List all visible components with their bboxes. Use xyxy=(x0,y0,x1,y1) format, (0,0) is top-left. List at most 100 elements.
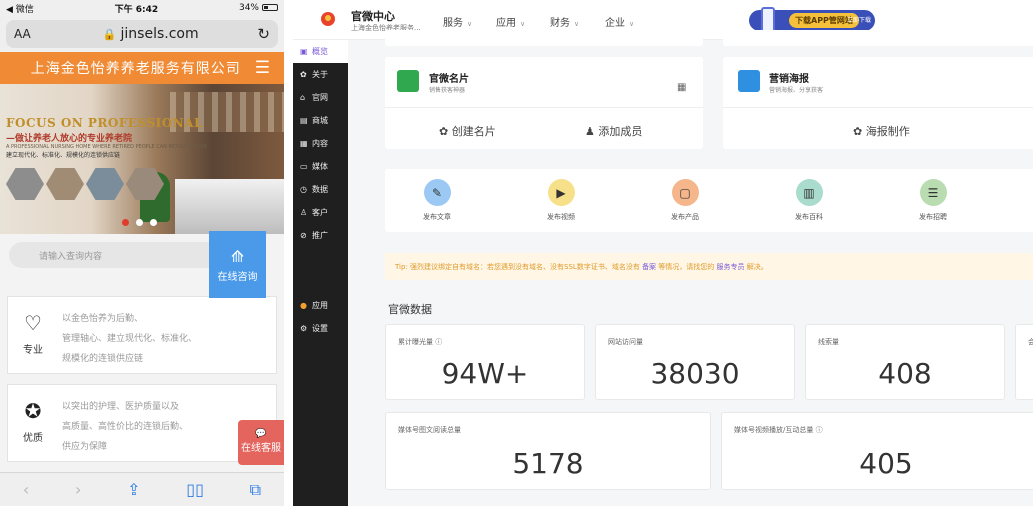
hex-photo xyxy=(46,168,84,200)
publish-article-button[interactable]: ✎ 发布文章 xyxy=(407,179,467,222)
search-input[interactable]: 请输入查询内容 xyxy=(9,242,229,268)
stat-value: 408 xyxy=(878,357,932,390)
tool-title: 官微名片 xyxy=(429,74,469,85)
consult-label: 在线咨询 xyxy=(217,272,258,283)
add-member-button[interactable]: ♟ 添加成员 xyxy=(585,123,642,139)
stat-total-exposure: 累计曝光量 ⓘ 94W+ xyxy=(385,324,585,400)
stat-label: 会 xyxy=(1028,338,1033,346)
about-icon: ✿ xyxy=(300,70,307,79)
online-consult-button[interactable]: ⟰ 在线咨询 xyxy=(209,231,266,298)
tabs-icon[interactable]: ⧉ xyxy=(250,480,261,500)
create-card-button[interactable]: ✿ 创建名片 xyxy=(439,123,496,139)
feature-card-quality[interactable]: ✪ 优质 以突出的护理、医护质量以及 高质量、高性价比的连锁后勤、 供应为保障 xyxy=(7,384,277,462)
publish-product-button[interactable]: ▢ 发布产品 xyxy=(655,179,715,222)
reader-aa-button[interactable]: AA xyxy=(14,27,44,41)
download-tag: 立即下载 xyxy=(846,17,871,24)
online-service-button[interactable]: 💬 在线客服 xyxy=(238,420,284,465)
feature-card-professional[interactable]: ♡ 专业 以金色怡养为后勤、 管理轴心、建立现代化、标准化、 规模化的连锁供应链 xyxy=(7,296,277,374)
book-icon: ▥ xyxy=(795,179,823,206)
stat-value: 405 xyxy=(859,447,913,480)
sidebar-item-content[interactable]: ▦ 内容 xyxy=(293,132,348,155)
sidebar-label: 官网 xyxy=(312,93,328,102)
divider xyxy=(385,107,703,108)
sidebar-item-promotion[interactable]: ⊘ 推广 xyxy=(293,224,348,247)
card-line: 高质量、高性价比的连锁后勤、 xyxy=(62,422,189,432)
download-app-banner[interactable]: 下载APP管网站 立即下载 xyxy=(749,7,875,33)
stat-leads: 线索量 408 xyxy=(805,324,1005,400)
overview-icon: ▣ xyxy=(300,47,308,56)
stat-site-visits: 网站访问量 38030 xyxy=(595,324,795,400)
stat-value: 94W+ xyxy=(441,357,529,390)
sidebar-label: 推广 xyxy=(312,231,328,240)
sidebar-item-mall[interactable]: ▤ 商城 xyxy=(293,109,348,132)
chat-bubble-icon: 💬 xyxy=(255,429,267,439)
quick-label: 发布招聘 xyxy=(919,213,947,221)
publish-wiki-button[interactable]: ▥ 发布百科 xyxy=(779,179,839,222)
back-icon[interactable]: ‹ xyxy=(23,480,29,499)
card-line: 供应为保障 xyxy=(62,442,108,452)
make-poster-button[interactable]: ✿ 海报制作 xyxy=(853,123,910,139)
sidebar-item-about[interactable]: ✿ 关于 xyxy=(293,63,348,86)
sidebar-item-overview[interactable]: ▣ 概览 xyxy=(293,40,348,63)
hero-banner[interactable]: FOCUS ON PROFESSIONAL —做让养老人放心的专业养老院 A P… xyxy=(0,84,284,234)
business-card-tool[interactable]: 官微名片 销售获客神器 ▦ ✿ 创建名片 ♟ 添加成员 xyxy=(385,57,703,149)
nav-finance[interactable]: 财务 ∨ xyxy=(550,14,579,29)
card-title: 优质 xyxy=(23,433,43,444)
sidebar-label: 客户 xyxy=(312,208,328,217)
safari-toolbar: ‹ › ⇪ ▯▯ ⧉ xyxy=(0,472,284,506)
carousel-dot[interactable] xyxy=(136,219,143,226)
hamburger-icon[interactable]: ☰ xyxy=(255,58,270,78)
battery-percent: 34% xyxy=(238,3,259,13)
card-line: 以金色怡养为后勤、 xyxy=(62,314,144,324)
hex-photo xyxy=(86,168,124,200)
sidebar-label: 数据 xyxy=(312,185,328,194)
award-badge-icon: ✪ xyxy=(24,399,42,423)
nav-label: 企业 xyxy=(605,18,625,29)
carousel-dot-active[interactable] xyxy=(122,219,129,226)
sidebar-item-apps[interactable]: ● 应用 xyxy=(293,294,348,317)
nav-apps[interactable]: 应用 ∨ xyxy=(496,14,525,29)
carousel-dot[interactable] xyxy=(150,219,157,226)
tip-link-icp[interactable]: 备案 xyxy=(642,263,656,271)
quick-publish-bar: ✎ 发布文章 ▶ 发布视频 ▢ 发布产品 ▥ 发布百科 ☰ 发布招聘 xyxy=(385,169,1033,232)
list-icon: ☰ xyxy=(919,179,947,206)
publish-job-button[interactable]: ☰ 发布招聘 xyxy=(903,179,963,222)
tip-link-service[interactable]: 服务专员 xyxy=(717,263,745,271)
edit-icon: ✎ xyxy=(423,179,451,206)
brand-logo-icon[interactable] xyxy=(321,12,335,26)
publish-video-button[interactable]: ▶ 发布视频 xyxy=(531,179,591,222)
bookmarks-icon[interactable]: ▯▯ xyxy=(186,480,204,499)
sidebar-item-website[interactable]: ⌂ 官网 xyxy=(293,86,348,109)
card-title: 专业 xyxy=(23,345,43,356)
reload-icon[interactable]: ↻ xyxy=(257,25,270,43)
forward-icon[interactable]: › xyxy=(75,480,81,499)
sidebar-item-data[interactable]: ◷ 数据 xyxy=(293,178,348,201)
site-header: 上海金色怡养养老服务有限公司 ☰ xyxy=(0,52,284,84)
home-icon: ⌂ xyxy=(300,93,306,102)
sidebar-item-media[interactable]: ▭ 媒体 xyxy=(293,155,348,178)
sidebar-label: 概览 xyxy=(312,47,328,56)
content-icon: ▦ xyxy=(300,139,308,148)
sidebar-item-customers[interactable]: ♙ 客户 xyxy=(293,201,348,224)
stat-label: 网站访问量 xyxy=(608,338,643,346)
stat-media-article-reads: 媒体号图文阅读总量 5178 xyxy=(385,412,711,490)
sidebar-item-settings[interactable]: ⚙ 设置 xyxy=(293,317,348,340)
share-icon[interactable]: ⇪ xyxy=(127,480,140,499)
nav-service[interactable]: 服务 ∨ xyxy=(443,14,472,29)
url-text[interactable]: 🔒 jinsels.com xyxy=(44,26,257,42)
sidebar-label: 设置 xyxy=(312,324,328,333)
user-icon: ♙ xyxy=(300,208,308,217)
sidebar-label: 关于 xyxy=(312,70,328,79)
url-field[interactable]: AA 🔒 jinsels.com ↻ xyxy=(6,20,278,48)
tip-text: 解决。 xyxy=(746,263,768,271)
marketing-poster-tool[interactable]: 营销海报 营销海报、分享获客 ✿ 海报制作 xyxy=(723,57,1033,149)
card-icon-col: ♡ 专业 xyxy=(18,311,48,356)
qr-code-icon[interactable]: ▦ xyxy=(677,82,686,93)
heart-plus-icon: ♡ xyxy=(24,311,42,335)
nav-enterprise[interactable]: 企业 ∨ xyxy=(605,14,634,29)
card-text: 以突出的护理、医护质量以及 高质量、高性价比的连锁后勤、 供应为保障 xyxy=(62,397,188,457)
sidebar-label: 内容 xyxy=(312,139,328,148)
play-icon: ▶ xyxy=(547,179,575,206)
status-bar: ◀ 微信 下午 6:42 34% xyxy=(0,0,284,16)
carrier-text: ◀ 微信 xyxy=(6,4,34,15)
